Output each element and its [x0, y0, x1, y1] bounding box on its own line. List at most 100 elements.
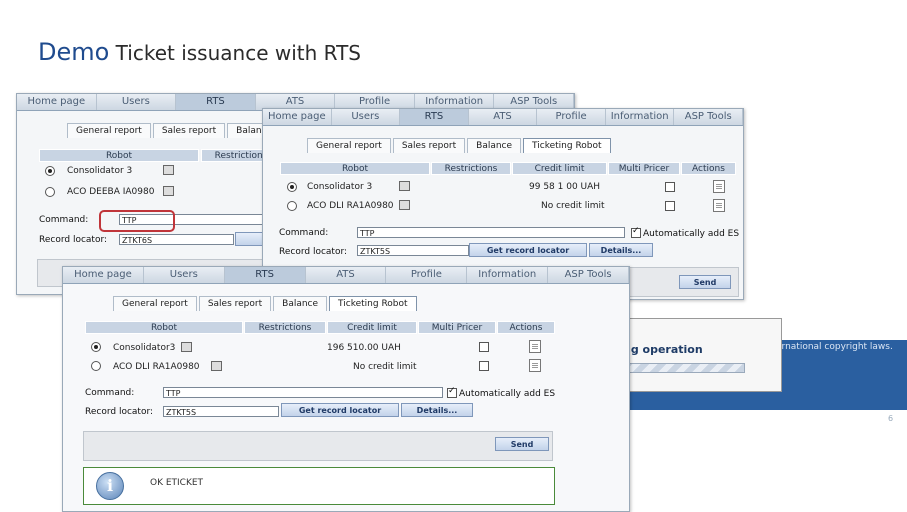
multi-pricer-checkbox[interactable]	[479, 361, 489, 371]
record-locator-label: Record locator:	[39, 235, 108, 245]
auto-es-checkbox[interactable]	[631, 226, 641, 238]
send-area	[83, 431, 553, 461]
nav-users[interactable]: Users	[97, 94, 177, 110]
command-input[interactable]: TTP	[357, 227, 625, 238]
send-button[interactable]: Send	[679, 275, 731, 289]
record-locator-input[interactable]: ZTKT5S	[163, 406, 279, 417]
result-box: i OK ETICKET	[83, 467, 555, 505]
robot-name: ACO DLI RA1A0980	[113, 362, 200, 372]
tab-general-report[interactable]: General report	[113, 296, 197, 311]
calculator-icon[interactable]	[181, 342, 192, 352]
slide-title-demo: Demo	[38, 38, 110, 66]
col-credit-limit: Credit limit	[512, 162, 607, 175]
robot-radio[interactable]	[45, 187, 55, 197]
tab-general-report[interactable]: General report	[307, 138, 391, 153]
multi-pricer-checkbox[interactable]	[479, 342, 489, 352]
nav-ats[interactable]: ATS	[469, 109, 538, 125]
nav-ats[interactable]: ATS	[306, 267, 387, 283]
record-locator-input[interactable]: ZTKT6S	[119, 234, 234, 245]
operation-text: ng operation	[623, 343, 703, 356]
nav-home-page[interactable]: Home page	[63, 267, 144, 283]
nav-information[interactable]: Information	[606, 109, 675, 125]
col-robot: Robot	[39, 149, 199, 162]
calculator-icon[interactable]	[163, 186, 174, 196]
multi-pricer-checkbox[interactable]	[665, 182, 675, 192]
credit-limit-value: No credit limit	[353, 362, 417, 372]
robot-name: Consolidator3	[113, 343, 176, 353]
robot-radio-selected[interactable]	[45, 166, 55, 176]
calculator-icon[interactable]	[399, 200, 410, 210]
nav-profile[interactable]: Profile	[537, 109, 606, 125]
back-tabs: General report Sales report Balan	[67, 123, 273, 138]
page-number: 6	[888, 414, 894, 423]
auto-es-label: Automatically add ES	[459, 389, 556, 399]
robot-name: Consolidator 3	[67, 166, 133, 176]
command-input[interactable]: TTP	[163, 387, 443, 398]
tab-ticketing-robot[interactable]: Ticketing Robot	[523, 138, 611, 153]
command-label: Command:	[85, 388, 135, 398]
details-button[interactable]: Details...	[589, 243, 653, 257]
robot-name: ACO DLI RA1A0980	[307, 201, 394, 211]
robot-radio[interactable]	[91, 361, 101, 371]
auto-es-checkbox[interactable]	[447, 386, 457, 398]
front-tabs: General report Sales report Balance Tick…	[113, 296, 419, 311]
credit-limit-value: 196 510.00 UAH	[327, 343, 401, 353]
calculator-icon[interactable]	[211, 361, 222, 371]
col-multi-pricer: Multi Pricer	[608, 162, 680, 175]
nav-asp-tools[interactable]: ASP Tools	[548, 267, 629, 283]
nav-rts[interactable]: RTS	[176, 94, 256, 110]
multi-pricer-checkbox[interactable]	[665, 201, 675, 211]
edit-icon[interactable]	[529, 340, 541, 353]
credit-limit-value: 99 58 1 00 UAH	[529, 182, 601, 192]
tab-balance[interactable]: Balance	[467, 138, 522, 153]
middle-tabs: General report Sales report Balance Tick…	[307, 138, 613, 153]
send-button[interactable]: Send	[495, 437, 549, 451]
nav-users[interactable]: Users	[144, 267, 225, 283]
credit-limit-value: No credit limit	[541, 201, 605, 211]
get-record-locator-button[interactable]: Get record locator	[469, 243, 587, 257]
middle-nav: Home page Users RTS ATS Profile Informat…	[263, 109, 743, 126]
front-nav: Home page Users RTS ATS Profile Informat…	[63, 267, 629, 284]
col-robot: Robot	[85, 321, 243, 334]
front-screenshot: Home page Users RTS ATS Profile Informat…	[62, 266, 630, 512]
nav-users[interactable]: Users	[332, 109, 401, 125]
nav-rts[interactable]: RTS	[400, 109, 469, 125]
col-credit-limit: Credit limit	[327, 321, 417, 334]
nav-home-page[interactable]: Home page	[263, 109, 332, 125]
record-locator-label: Record locator:	[279, 247, 348, 257]
robot-name: ACO DEEBA IA0980	[67, 187, 155, 197]
record-locator-label: Record locator:	[85, 407, 154, 417]
record-locator-input[interactable]: ZTKT5S	[357, 245, 469, 256]
copyright-text: ernational copyright laws.	[776, 342, 893, 352]
col-actions: Actions	[497, 321, 555, 334]
calculator-icon[interactable]	[163, 165, 174, 175]
tab-sales-report[interactable]: Sales report	[392, 138, 466, 153]
get-record-locator-button[interactable]: Get record locator	[281, 403, 399, 417]
robot-radio-selected[interactable]	[91, 342, 101, 352]
slide-title: Demo Ticket issuance with RTS	[38, 38, 361, 66]
robot-radio-selected[interactable]	[287, 182, 297, 192]
edit-icon[interactable]	[713, 180, 725, 193]
tab-ticketing-robot[interactable]: Ticketing Robot	[329, 296, 417, 311]
tab-balance[interactable]: Balance	[273, 296, 328, 311]
robot-radio[interactable]	[287, 201, 297, 211]
calculator-icon[interactable]	[399, 181, 410, 191]
nav-rts[interactable]: RTS	[224, 267, 306, 283]
edit-icon[interactable]	[713, 199, 725, 212]
command-highlight	[99, 210, 175, 232]
tab-sales-report[interactable]: Sales report	[198, 296, 272, 311]
details-button[interactable]: Details...	[401, 403, 473, 417]
command-label: Command:	[279, 228, 329, 238]
slide-title-rest: Ticket issuance with RTS	[109, 41, 362, 65]
info-icon: i	[96, 472, 124, 500]
tab-general-report[interactable]: General report	[67, 123, 151, 138]
nav-information[interactable]: Information	[467, 267, 549, 283]
nav-home-page[interactable]: Home page	[17, 94, 97, 110]
col-restrictions: Restrictions	[431, 162, 511, 175]
edit-icon[interactable]	[529, 359, 541, 372]
nav-asp-tools[interactable]: ASP Tools	[674, 109, 743, 125]
nav-profile[interactable]: Profile	[386, 267, 468, 283]
robot-name: Consolidator 3	[307, 182, 373, 192]
tab-sales-report[interactable]: Sales report	[152, 123, 226, 138]
col-multi-pricer: Multi Pricer	[418, 321, 496, 334]
